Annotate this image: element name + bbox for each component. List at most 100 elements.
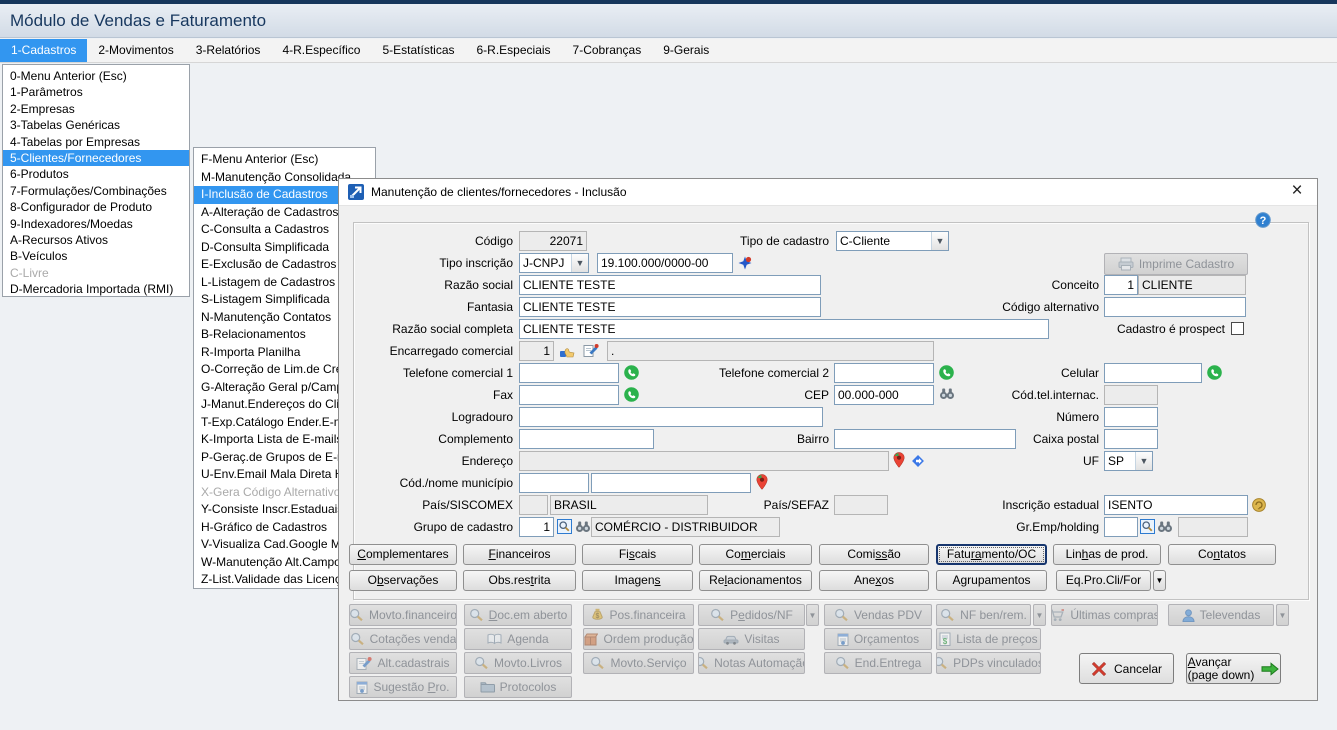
menu-item-5-clientes-fornecedores[interactable]: 5-Clientes/Fornecedores — [3, 150, 189, 166]
tab-faturamento-oc[interactable]: Faturamento/OC — [936, 544, 1047, 565]
menu-item-7-formulacoes-combinacoes[interactable]: 7-Formulações/Combinações — [3, 183, 189, 199]
directions-icon[interactable] — [911, 454, 925, 468]
tab-eq-pro-cli-for[interactable]: Eq.Pro.Cli/For — [1056, 570, 1151, 591]
razao-completa-field[interactable]: CLIENTE TESTE — [519, 319, 1049, 339]
menubar-item-5-estatisticas[interactable]: 5-Estatísticas — [371, 39, 465, 62]
municipio-nome-field[interactable] — [591, 473, 751, 493]
codigo-alternativo-field[interactable] — [1104, 297, 1246, 317]
inscricao-estadual-field[interactable]: ISENTO — [1104, 495, 1248, 515]
coin-icon[interactable] — [1252, 498, 1266, 512]
search-button-icon[interactable] — [1140, 519, 1155, 534]
app-icon — [348, 184, 364, 200]
fantasia-field[interactable]: CLIENTE TESTE — [519, 297, 821, 317]
binoculars-icon[interactable] — [575, 521, 591, 533]
binoculars-icon[interactable] — [1157, 521, 1173, 533]
tab-contatos[interactable]: Contatos — [1168, 544, 1276, 565]
menubar-item-2-movimentos[interactable]: 2-Movimentos — [87, 39, 184, 62]
svg-text:$: $ — [596, 613, 600, 620]
tab-fiscais[interactable]: Fiscais — [582, 544, 693, 565]
tab-imagens[interactable]: Imagens — [582, 570, 693, 591]
whatsapp-icon[interactable] — [624, 365, 639, 380]
pick-hand-icon[interactable] — [559, 344, 576, 359]
municipio-codigo-field[interactable] — [519, 473, 589, 493]
help-icon[interactable]: ? — [1255, 212, 1271, 228]
celular-field[interactable] — [1104, 363, 1202, 383]
pais-sefaz-label: País/SEFAZ — [659, 495, 829, 515]
search-icon — [710, 608, 725, 622]
tab-linhas-de-prod[interactable]: Linhas de prod. — [1053, 544, 1161, 565]
tipo-inscricao-label: Tipo inscrição — [343, 253, 513, 273]
action-ordem-producao-button: Ordem produção — [583, 628, 694, 650]
tipo-cadastro-select[interactable]: C-Cliente▼ — [836, 231, 949, 251]
tel1-field[interactable] — [519, 363, 619, 383]
fax-field[interactable] — [519, 385, 619, 405]
map-pin-icon[interactable] — [756, 474, 768, 490]
menu-item-9-indexadores-moedas[interactable]: 9-Indexadores/Moedas — [3, 216, 189, 232]
validate-cnpj-icon[interactable] — [738, 256, 752, 270]
conceito-field[interactable]: 1 — [1104, 275, 1138, 295]
menu-item-4-tabelas-por-empresas[interactable]: 4-Tabelas por Empresas — [3, 134, 189, 150]
close-icon[interactable]: × — [1285, 179, 1309, 204]
svg-text:$: $ — [943, 637, 948, 646]
tab-comerciais[interactable]: Comerciais — [699, 544, 812, 565]
menu-item-1-parametros[interactable]: 1-Parâmetros — [3, 84, 189, 100]
prospect-checkbox[interactable] — [1231, 322, 1244, 335]
tab-complementares[interactable]: Complementares — [349, 544, 457, 565]
action-protocolos-button: Protocolos — [464, 676, 572, 698]
menu-item-d-mercadoria-importada-rmi[interactable]: D-Mercadoria Importada (RMI) — [3, 281, 189, 297]
codigo-alternativo-label: Código alternativo — [929, 297, 1099, 317]
menu-item-6-produtos[interactable]: 6-Produtos — [3, 166, 189, 182]
search-button-icon[interactable] — [557, 519, 572, 534]
map-pin-icon[interactable] — [893, 452, 905, 468]
menubar-item-6-r-especiais[interactable]: 6-R.Especiais — [466, 39, 562, 62]
tab-eq-pro-cli-for-dropdown[interactable]: ▼ — [1153, 570, 1166, 591]
tab-financeiros[interactable]: Financeiros — [463, 544, 576, 565]
menu-item-3-tabelas-genericas[interactable]: 3-Tabelas Genéricas — [3, 117, 189, 133]
action-agenda-button: Agenda — [464, 628, 572, 650]
grupo-cadastro-field[interactable]: 1 — [519, 517, 554, 537]
gr-emp-holding-field[interactable] — [1104, 517, 1138, 537]
tab-relacionamentos[interactable]: Relacionamentos — [699, 570, 812, 591]
cancel-button[interactable]: Cancelar — [1079, 653, 1174, 684]
whatsapp-icon[interactable] — [1207, 365, 1222, 380]
caixa-postal-field[interactable] — [1104, 429, 1158, 449]
dialog-manutencao-clientes: Manutenção de clientes/fornecedores - In… — [338, 178, 1318, 701]
encarregado-field[interactable]: 1 — [519, 341, 554, 361]
uf-select[interactable]: SP▼ — [1104, 451, 1153, 471]
cnpj-field[interactable]: 19.100.000/0000-00 — [597, 253, 733, 273]
action-televendas-dropdown: ▼ — [1276, 604, 1289, 626]
menu-item-a-recursos-ativos[interactable]: A-Recursos Ativos — [3, 232, 189, 248]
menubar-item-3-relatorios[interactable]: 3-Relatórios — [185, 39, 272, 62]
menubar-item-1-cadastros[interactable]: 1-Cadastros — [0, 39, 87, 62]
menubar-item-7-cobrancas[interactable]: 7-Cobranças — [562, 39, 653, 62]
menu-item-f-menu-anterior-esc[interactable]: F-Menu Anterior (Esc) — [194, 151, 375, 169]
advance-button[interactable]: Avançar(page down) — [1186, 653, 1281, 684]
search-icon — [474, 656, 489, 670]
tab-agrupamentos[interactable]: Agrupamentos — [936, 570, 1047, 591]
menu-item-8-configurador-de-produto[interactable]: 8-Configurador de Produto — [3, 199, 189, 215]
tab-comissao[interactable]: Comissão — [819, 544, 929, 565]
whatsapp-icon[interactable] — [624, 387, 639, 402]
tel2-field[interactable] — [834, 363, 934, 383]
pricelist-icon: $ — [939, 632, 951, 646]
tab-observacoes[interactable]: Observações — [349, 570, 457, 591]
cep-field[interactable]: 00.000-000 — [834, 385, 934, 405]
numero-field[interactable] — [1104, 407, 1158, 427]
pais-siscomex-label: País/SISCOMEX — [343, 495, 513, 515]
tab-anexos[interactable]: Anexos — [819, 570, 929, 591]
menu-item-b-veiculos[interactable]: B-Veículos — [3, 248, 189, 264]
complemento-field[interactable] — [519, 429, 654, 449]
tipo-inscricao-select[interactable]: J-CNPJ▼ — [519, 253, 589, 273]
razao-social-field[interactable]: CLIENTE TESTE — [519, 275, 821, 295]
menu-item-0-menu-anterior-esc[interactable]: 0-Menu Anterior (Esc) — [3, 68, 189, 84]
edit-icon[interactable] — [583, 343, 599, 358]
printer-icon — [1118, 257, 1134, 271]
menubar-item-4-r-especifico[interactable]: 4-R.Específico — [271, 39, 371, 62]
tab-obs-restrita[interactable]: Obs.restrita — [463, 570, 576, 591]
conceito-label: Conceito — [929, 275, 1099, 295]
dialog-titlebar: Manutenção de clientes/fornecedores - In… — [339, 179, 1317, 206]
logradouro-field[interactable] — [519, 407, 823, 427]
menu-item-2-empresas[interactable]: 2-Empresas — [3, 101, 189, 117]
menubar-item-9-gerais[interactable]: 9-Gerais — [652, 39, 720, 62]
chevron-down-icon: ▼ — [931, 232, 948, 250]
